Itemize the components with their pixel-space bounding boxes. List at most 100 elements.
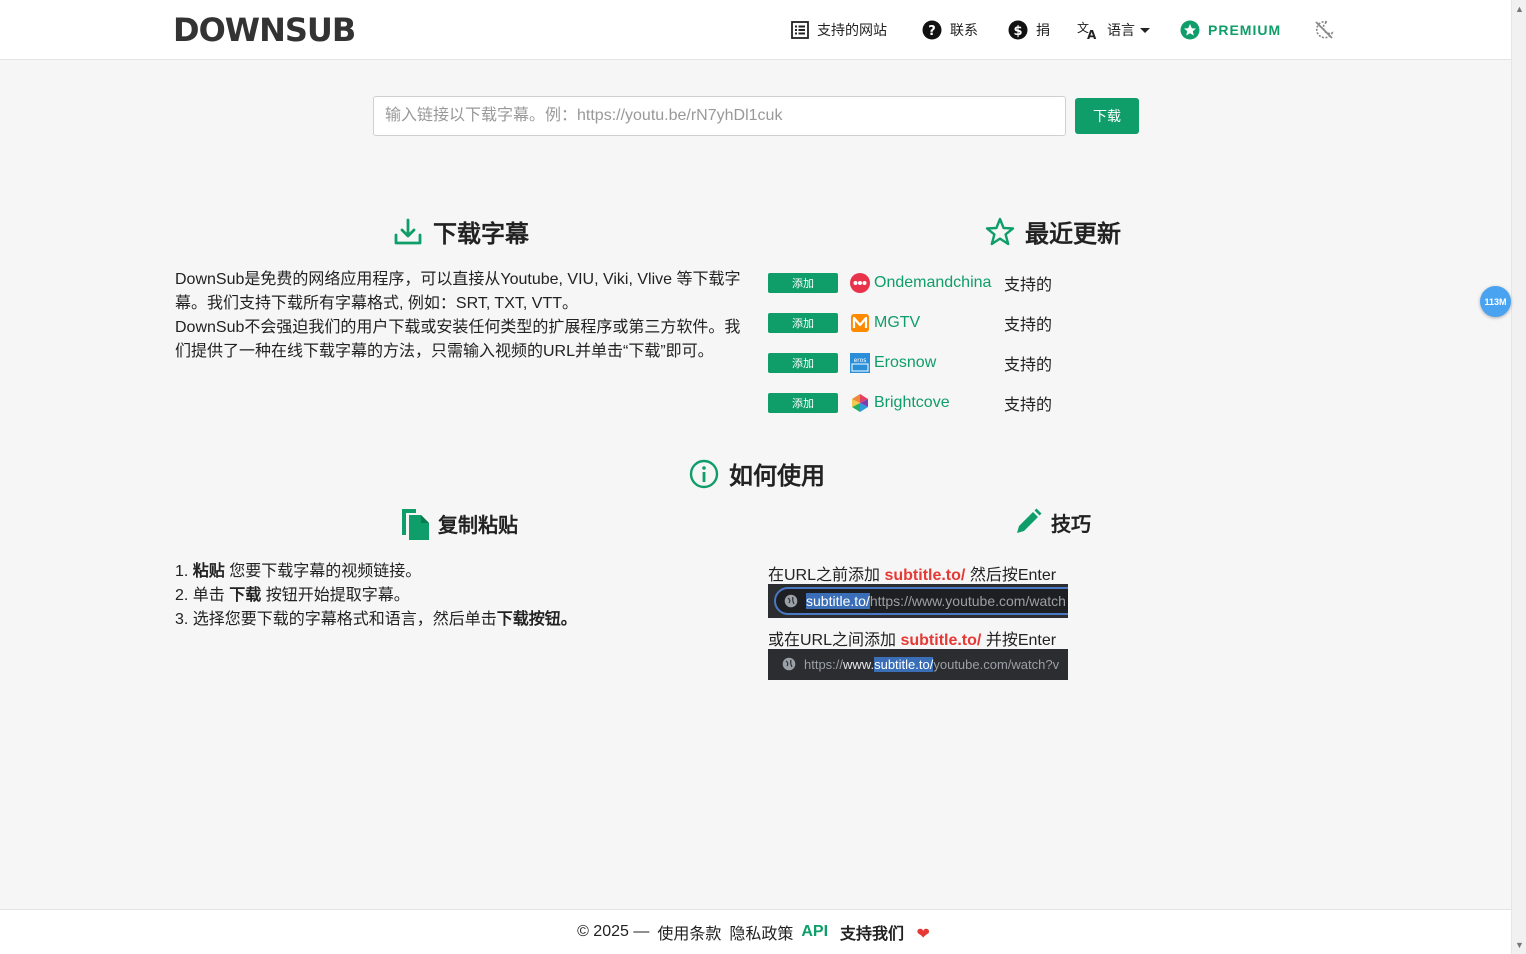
copy-paste-steps: 1. 粘贴 您要下载字幕的视频链接。 2. 单击 下载 按钮开始提取字幕。 3.… xyxy=(175,560,577,632)
nav-donate[interactable]: $ 捐 xyxy=(1008,0,1050,60)
download-description: DownSub是免费的网络应用程序，可以直接从Youtube, VIU, Vik… xyxy=(175,268,745,364)
page-footer: © 2025 — 使用条款 隐私政策 API 支持我们 ❤ xyxy=(0,909,1511,954)
nav-language[interactable]: 文A 语言 xyxy=(1077,0,1150,60)
translate-icon: 文A xyxy=(1077,20,1099,40)
update-item: 添加 Ondemandchina 支持的 xyxy=(768,271,1052,295)
top-header: DOWNSUB 支持的网站 ? 联系 $ 捐 文A 语言 PREMIUM xyxy=(0,0,1511,60)
svg-text:eros: eros xyxy=(854,357,867,364)
step-2: 2. 单击 下载 按钮开始提取字幕。 xyxy=(175,584,577,608)
copy-paste-title: 复制粘贴 xyxy=(438,514,518,537)
star-outline-icon xyxy=(985,217,1015,245)
theme-toggle-button[interactable] xyxy=(1313,0,1343,60)
url-search-input[interactable] xyxy=(373,96,1066,136)
added-badge: 添加 xyxy=(768,353,838,373)
support-label: 支持我们 xyxy=(840,926,905,943)
copy-files-icon xyxy=(402,509,429,540)
support-status: 支持的 xyxy=(1004,277,1053,294)
step-1-text: 您要下载字幕的视频链接。 xyxy=(229,563,422,580)
url-highlight: subtitle.to/ xyxy=(806,593,870,609)
downsub-logo[interactable]: DOWNSUB xyxy=(173,12,356,48)
terms-link[interactable]: 使用条款 xyxy=(657,920,721,944)
step-3-text: 3. 选择您要下载的字幕格式和语言，然后单击 xyxy=(175,611,497,628)
step-1: 1. 粘贴 您要下载字幕的视频链接。 xyxy=(175,560,577,584)
updates-section-heading: 最近更新 xyxy=(985,214,1121,249)
ondemandchina-icon xyxy=(850,273,870,293)
howto-section-heading: 如何使用 xyxy=(689,456,825,491)
list-icon xyxy=(791,21,809,39)
update-item: 添加 MGTV 支持的 xyxy=(768,311,1052,335)
nav-premium[interactable]: PREMIUM xyxy=(1180,0,1281,60)
url-rest: youtube.com/watch?v xyxy=(933,656,1060,672)
support-status: 支持的 xyxy=(1004,317,1053,334)
brightcove-icon xyxy=(850,393,870,413)
globe-icon xyxy=(784,594,798,608)
howto-section-title: 如何使用 xyxy=(729,463,825,490)
heart-icon: ❤ xyxy=(916,926,930,943)
download-section-heading: 下载字幕 xyxy=(393,214,529,249)
tips-title: 技巧 xyxy=(1051,513,1091,536)
site-link-ondemandchina[interactable]: Ondemandchina xyxy=(874,274,1004,292)
nav-contact[interactable]: ? 联系 xyxy=(922,0,978,60)
tip-2-prefix: 或在URL之间添加 xyxy=(768,632,897,649)
svg-text:$: $ xyxy=(1013,24,1022,39)
step-1-bold: 粘贴 xyxy=(192,563,225,580)
dollar-circle-icon: $ xyxy=(1008,20,1028,40)
tips-heading: 技巧 xyxy=(1013,507,1091,537)
added-badge: 添加 xyxy=(768,393,838,413)
download-section-title: 下载字幕 xyxy=(433,221,529,248)
globe-icon xyxy=(782,657,796,671)
step-2-number: 2. 单击 xyxy=(175,587,225,604)
site-link-erosnow[interactable]: Erosnow xyxy=(874,354,1004,372)
tip-2: 或在URL之间添加 subtitle.to/ 并按Enter xyxy=(768,626,1056,650)
url-scheme: https:// xyxy=(804,656,844,672)
copyright-text: © 2025 — xyxy=(577,923,650,940)
url-highlight: subtitle.to/ xyxy=(874,656,934,672)
tip-1: 在URL之前添加 subtitle.to/ 然后按Enter xyxy=(768,561,1056,585)
copy-paste-heading: 复制粘贴 xyxy=(400,505,518,541)
tip-2-suffix: 并按Enter xyxy=(985,632,1057,649)
step-2-text: 按钮开始提取字幕。 xyxy=(265,587,410,604)
nav-donate-label: 捐 xyxy=(1036,22,1050,38)
download-paragraph-1: DownSub是免费的网络应用程序，可以直接从Youtube, VIU, Vik… xyxy=(175,271,741,312)
scroll-down-arrow-icon[interactable]: ▼ xyxy=(1515,940,1524,950)
added-badge: 添加 xyxy=(768,273,838,293)
star-circle-icon xyxy=(1180,20,1200,40)
update-item: 添加 eros Erosnow 支持的 xyxy=(768,351,1052,375)
url-bar-example-2: https://www. subtitle.to/youtube.com/watc… xyxy=(768,649,1068,680)
api-link[interactable]: API xyxy=(801,923,828,941)
svg-text:?: ? xyxy=(928,24,936,39)
step-3: 3. 选择您要下载的字幕格式和语言，然后单击下载按钮。 xyxy=(175,608,577,632)
tip-2-code: subtitle.to/ xyxy=(900,632,982,649)
tip-1-prefix: 在URL之前添加 xyxy=(768,567,881,584)
site-link-mgtv[interactable]: MGTV xyxy=(874,314,1004,332)
scroll-up-arrow-icon[interactable]: ▲ xyxy=(1515,4,1524,14)
nav-supported-sites-label: 支持的网站 xyxy=(817,22,887,38)
tip-1-suffix: 然后按Enter xyxy=(969,567,1057,584)
url-pill: https://www. subtitle.to/youtube.com/watc… xyxy=(774,651,1068,677)
download-paragraph-2: DownSub不会强迫我们的用户下载或安装任何类型的扩展程序或第三方软件。我们提… xyxy=(175,319,741,360)
support-link[interactable]: 支持我们 ❤ xyxy=(836,920,934,944)
step-3-bold: 下载按钮。 xyxy=(496,611,577,628)
site-link-brightcove[interactable]: Brightcove xyxy=(874,394,1004,412)
theme-toggle-icon xyxy=(1313,19,1335,41)
url-www: www. xyxy=(843,656,875,672)
added-badge: 添加 xyxy=(768,313,838,333)
privacy-link[interactable]: 隐私政策 xyxy=(729,920,793,944)
pencil-icon xyxy=(1017,508,1042,533)
floating-counter-badge[interactable]: 113M xyxy=(1480,286,1511,317)
nav-contact-label: 联系 xyxy=(950,22,978,38)
question-circle-icon: ? xyxy=(922,20,942,40)
caret-down-icon xyxy=(1140,27,1150,33)
info-circle-icon xyxy=(689,459,719,488)
update-item: 添加 Brightcove 支持的 xyxy=(768,391,1052,415)
svg-text:A: A xyxy=(1087,28,1097,40)
url-rest: https://www.youtube.com/watch xyxy=(869,593,1066,609)
url-bar-example-1: subtitle.to/https://www.youtube.com/watc… xyxy=(768,584,1068,618)
download-button[interactable]: 下载 xyxy=(1075,98,1139,134)
url-pill: subtitle.to/https://www.youtube.com/watc… xyxy=(774,587,1068,615)
erosnow-icon: eros xyxy=(850,353,870,373)
nav-language-label: 语言 xyxy=(1107,22,1135,38)
mgtv-icon xyxy=(850,313,870,333)
page-scrollbar[interactable]: ▲ ▼ xyxy=(1511,0,1526,954)
nav-supported-sites[interactable]: 支持的网站 xyxy=(791,0,887,60)
